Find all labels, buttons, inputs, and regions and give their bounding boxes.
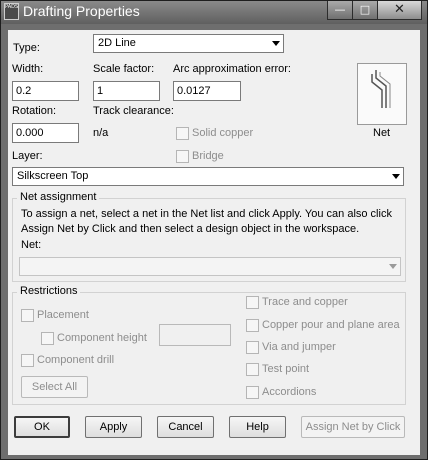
net-combo[interactable] [19,257,401,276]
component-height-input[interactable] [159,324,231,346]
solid-copper-checkbox[interactable] [176,127,189,140]
type-combo-value: 2D Line [98,37,136,49]
type-label: Type: [13,42,40,54]
copper-pour-label: Copper pour and plane area [262,319,400,331]
track-clearance-value: n/a [93,127,109,139]
select-all-button[interactable]: Select All [21,376,88,398]
scale-factor-input[interactable]: 1 [93,81,160,101]
via-jumper-label: Via and jumper [262,341,336,353]
drafting-properties-dialog: PADS Drafting Properties — □ ✕ Type: 2D … [0,0,428,460]
chevron-down-icon [389,264,397,269]
net-trace-icon [371,70,391,108]
width-label: Width: [12,63,44,75]
restrictions-title: Restrictions [17,285,81,297]
placement-checkbox[interactable] [21,309,34,322]
dialog-body: Type: 2D Line Width: 0.2 Scale factor: 1… [8,30,420,455]
rotation-label: Rotation: [12,105,57,117]
bridge-label: Bridge [192,150,224,162]
rotation-input[interactable]: 0.000 [12,123,79,143]
component-drill-checkbox[interactable] [21,354,34,367]
net-assignment-instructions-line1: To assign a net, select a net in the Net… [21,208,392,220]
help-button[interactable]: Help [229,416,286,438]
apply-button[interactable]: Apply [85,416,142,438]
copper-pour-checkbox[interactable] [246,319,259,332]
accordions-label: Accordions [262,386,317,398]
scale-factor-label: Scale factor: [93,63,155,75]
minimize-button[interactable]: — [327,1,353,20]
chevron-down-icon [272,41,280,46]
arc-error-label: Arc approximation error: [173,63,291,75]
component-drill-label: Component drill [37,354,115,366]
component-height-label: Component height [57,332,147,344]
title-bar[interactable]: PADS Drafting Properties — □ ✕ [1,1,427,24]
accordions-checkbox[interactable] [246,386,259,399]
track-clearance-label: Track clearance: [93,105,174,117]
net-assignment-instructions-line2: Assign Net by Click and then select a de… [21,223,360,235]
test-point-checkbox[interactable] [246,363,259,376]
solid-copper-label: Solid copper [192,127,254,139]
trace-copper-checkbox[interactable] [246,296,259,309]
maximize-button[interactable]: □ [352,1,378,20]
arc-error-input[interactable]: 0.0127 [173,81,241,101]
close-button[interactable]: ✕ [377,1,422,20]
bridge-checkbox[interactable] [176,150,189,163]
type-combo[interactable]: 2D Line [93,34,284,53]
layer-combo-value: Silkscreen Top [17,170,89,182]
assign-net-by-click-button[interactable]: Assign Net by Click [301,416,405,438]
test-point-label: Test point [262,363,310,375]
component-height-checkbox[interactable] [41,332,54,345]
chevron-down-icon [392,174,400,179]
cancel-button[interactable]: Cancel [157,416,214,438]
net-assignment-title: Net assignment [17,191,100,203]
placement-label: Placement [37,309,89,321]
width-input[interactable]: 0.2 [12,81,79,101]
layer-label: Layer: [12,150,43,162]
net-label: Net: [21,239,42,251]
ok-button[interactable]: OK [14,416,70,438]
app-icon[interactable]: PADS [4,3,19,20]
trace-copper-label: Trace and copper [262,296,348,308]
net-object-tile[interactable] [357,63,407,125]
window-title: Drafting Properties [23,3,140,19]
layer-combo[interactable]: Silkscreen Top [12,167,404,186]
net-tile-label: Net [373,127,391,139]
via-jumper-checkbox[interactable] [246,341,259,354]
